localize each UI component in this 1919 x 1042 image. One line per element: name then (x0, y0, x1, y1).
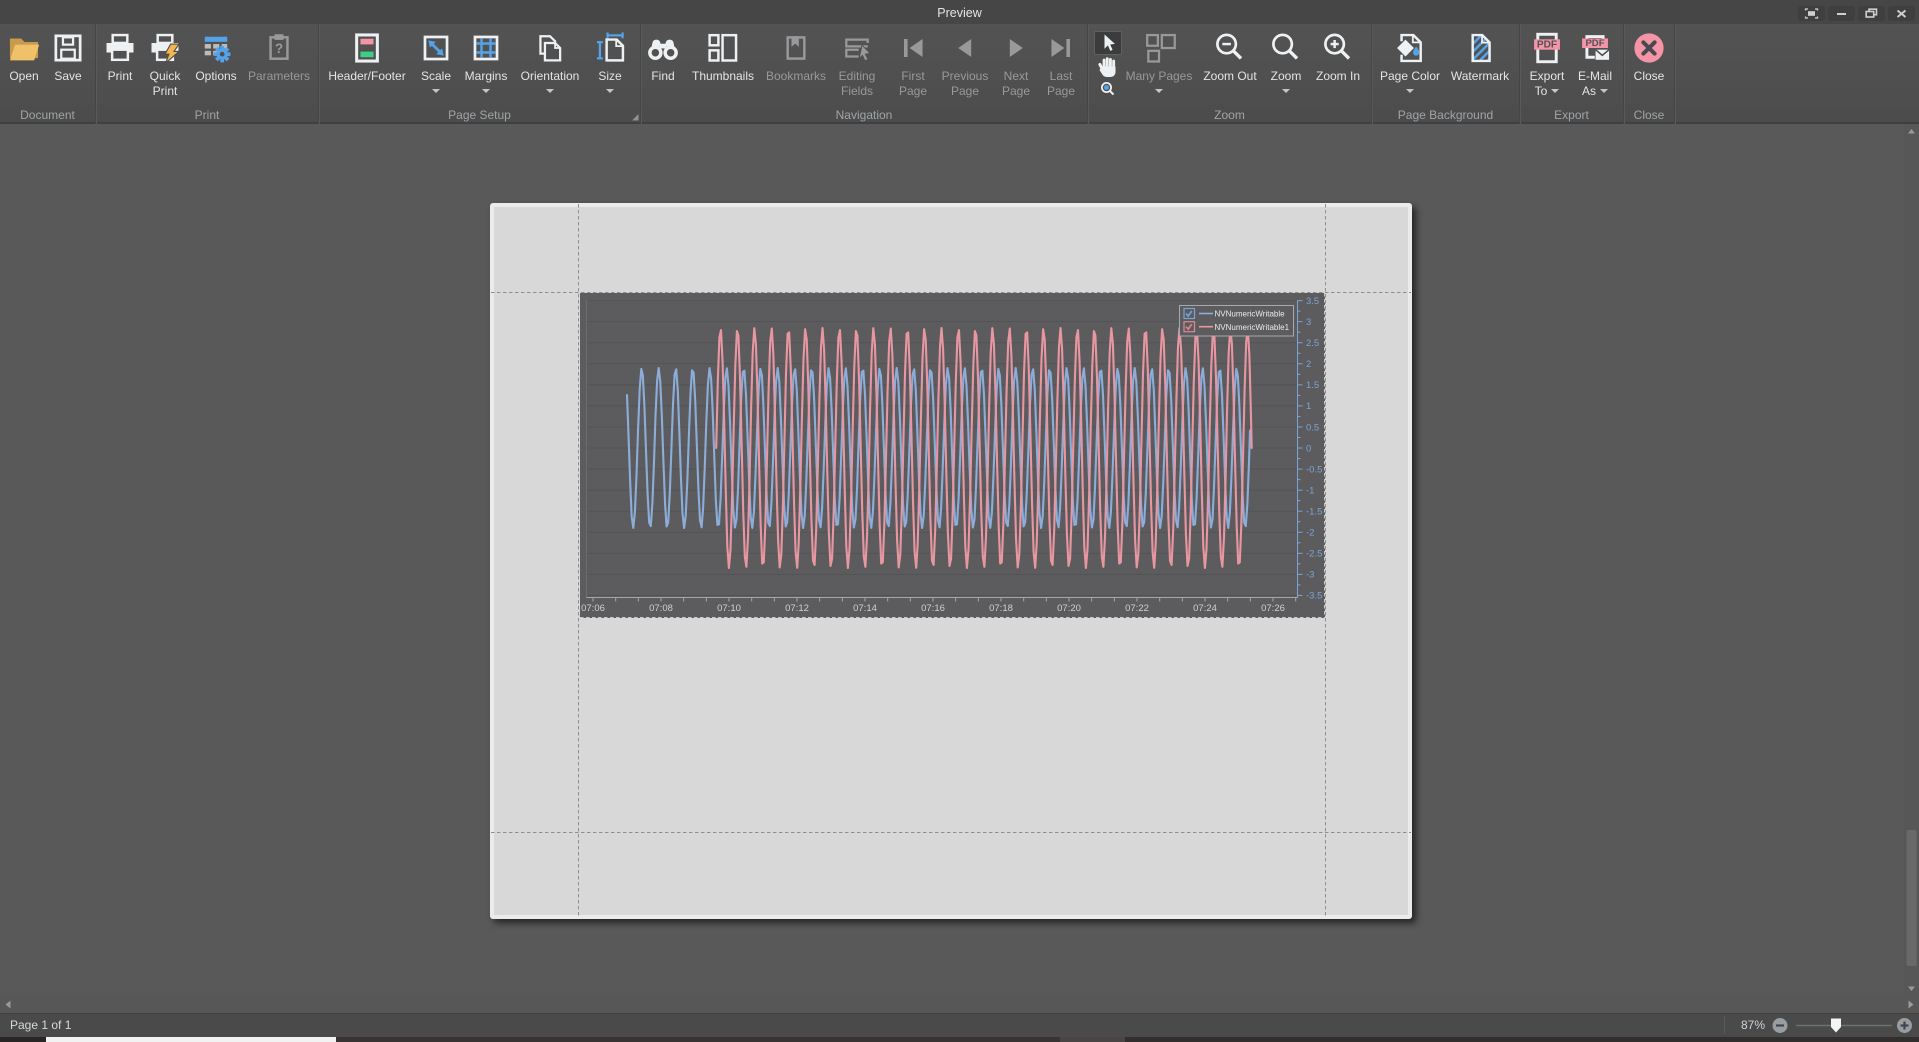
svg-text:1: 1 (1306, 401, 1311, 412)
svg-text:PDF: PDF (1585, 38, 1604, 49)
svg-text:07:12: 07:12 (785, 603, 809, 614)
svg-text:0.5: 0.5 (1306, 422, 1319, 433)
svg-text:07:14: 07:14 (853, 603, 877, 614)
svg-text:-2.5: -2.5 (1306, 549, 1322, 560)
svg-text:0: 0 (1306, 443, 1311, 454)
svg-text:-1.5: -1.5 (1306, 507, 1322, 518)
svg-text:NVNumericWritable: NVNumericWritable (1215, 310, 1286, 319)
svg-text:07:10: 07:10 (717, 603, 741, 614)
svg-text:07:20: 07:20 (1057, 603, 1081, 614)
svg-text:2.5: 2.5 (1306, 338, 1319, 349)
svg-text:3.5: 3.5 (1306, 296, 1319, 307)
svg-text:3: 3 (1306, 317, 1311, 328)
svg-text:2: 2 (1306, 359, 1311, 370)
svg-text:07:16: 07:16 (921, 603, 945, 614)
svg-text:-2: -2 (1306, 528, 1314, 539)
svg-text:-1: -1 (1306, 485, 1314, 496)
svg-text:07:08: 07:08 (649, 603, 673, 614)
svg-text:-3: -3 (1306, 570, 1314, 581)
svg-text:-3.5: -3.5 (1306, 591, 1322, 602)
svg-text:NVNumericWritable1: NVNumericWritable1 (1215, 323, 1290, 332)
svg-text:07:24: 07:24 (1193, 603, 1217, 614)
svg-text:-0.5: -0.5 (1306, 464, 1322, 475)
svg-text:07:26: 07:26 (1261, 603, 1285, 614)
svg-text:1.5: 1.5 (1306, 380, 1319, 391)
svg-text:07:18: 07:18 (989, 603, 1013, 614)
svg-text:PDF: PDF (1537, 40, 1557, 51)
svg-text:07:22: 07:22 (1125, 603, 1149, 614)
svg-text:07:06: 07:06 (581, 603, 605, 614)
svg-text:?: ? (275, 41, 283, 56)
